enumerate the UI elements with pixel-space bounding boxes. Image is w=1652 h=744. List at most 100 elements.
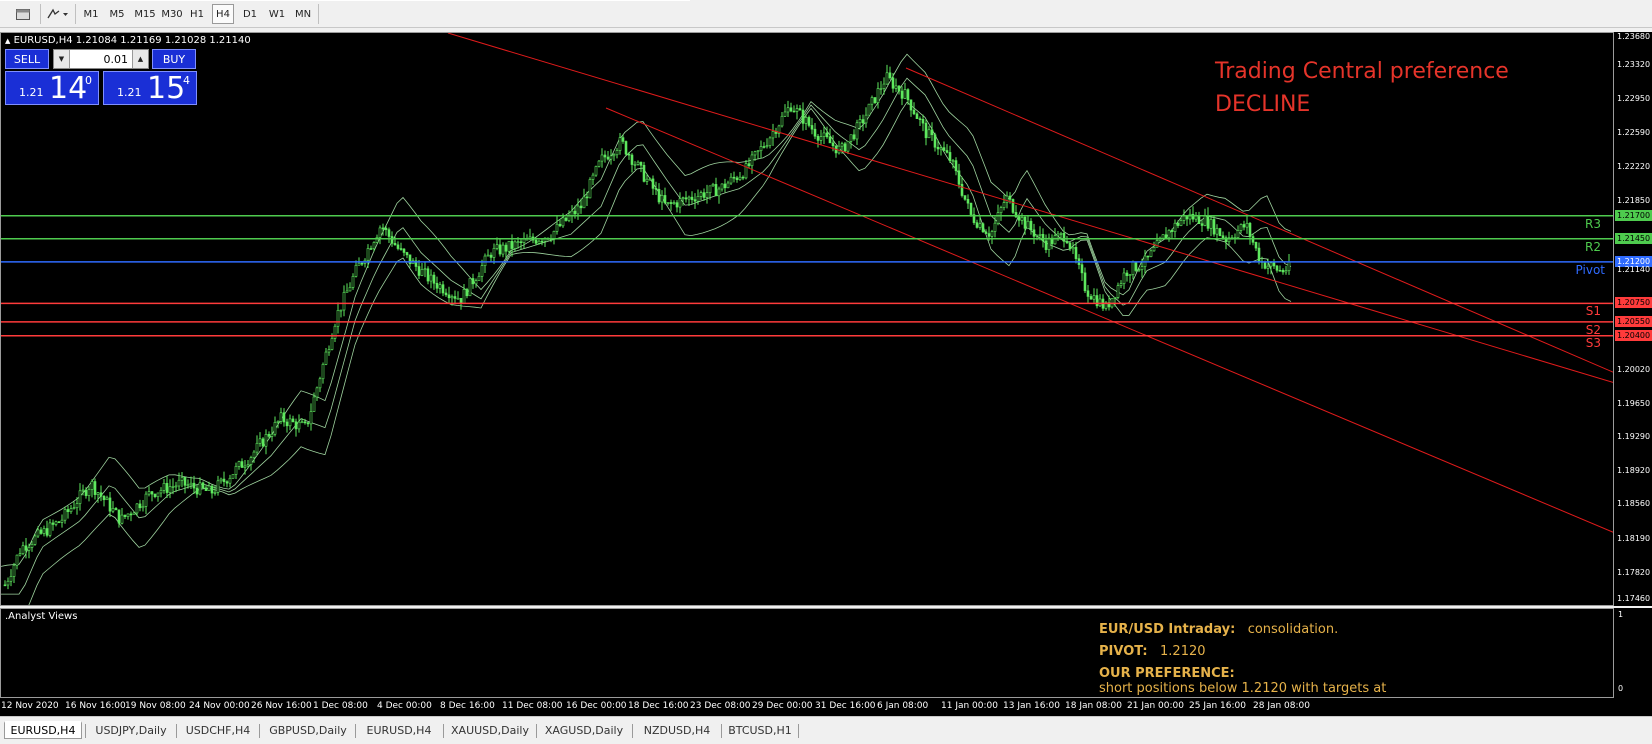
candle-body: [1137, 269, 1141, 271]
candle-body: [1209, 219, 1213, 229]
candle-body: [621, 137, 625, 142]
candle-body: [594, 166, 598, 176]
candle-body: [855, 122, 859, 140]
drawing-tools-dropdown[interactable]: [42, 4, 72, 24]
candle-body: [387, 229, 391, 237]
chart-tab[interactable]: XAUUSD,Daily: [447, 721, 533, 739]
chart-window-button[interactable]: [10, 4, 36, 24]
chart-tab[interactable]: EURUSD,H4: [358, 721, 440, 739]
candle-body: [870, 97, 874, 105]
candle-body: [234, 466, 238, 475]
candle-body: [1044, 240, 1048, 250]
candle-body: [207, 485, 211, 491]
candle-body: [828, 136, 832, 144]
candle-body: [195, 487, 199, 495]
candle-body: [282, 412, 286, 423]
candle-body: [1005, 195, 1009, 203]
time-axis-label: 21 Jan 00:00: [1127, 701, 1184, 711]
intraday-label: EUR/USD Intraday:: [1099, 622, 1236, 637]
candle-body: [927, 129, 931, 139]
level-label-s1: S1: [1585, 304, 1601, 319]
candle-body: [1122, 272, 1126, 284]
timeframe-h4[interactable]: H4: [212, 4, 234, 24]
candle-body: [1206, 215, 1210, 229]
chart-tab[interactable]: NZDUSD,H4: [636, 721, 718, 739]
level-label-r3: R3: [1585, 216, 1601, 231]
candle-body: [540, 240, 544, 243]
timeframe-w1[interactable]: W1: [265, 4, 289, 24]
analyst-views-subwindow[interactable]: .Analyst Views EUR/USD Intraday: consoli…: [0, 608, 1614, 698]
chart-tab[interactable]: USDJPY,Daily: [89, 721, 173, 739]
tab-separator: [798, 724, 799, 738]
timeframe-h1[interactable]: H1: [186, 4, 208, 24]
candle-body: [783, 111, 787, 117]
lot-size-input[interactable]: [70, 50, 132, 68]
candle-body: [222, 478, 226, 482]
candle-body: [1089, 296, 1093, 300]
candle-body: [318, 378, 322, 389]
chart-tab[interactable]: GBPUSD,Daily: [264, 721, 352, 739]
price-tag-s1: 1.20750: [1615, 297, 1652, 309]
price-tag-s2: 1.20550: [1615, 315, 1652, 327]
candle-body: [105, 497, 109, 501]
candle-body: [258, 438, 262, 444]
time-axis-label: 31 Dec 16:00: [815, 701, 876, 711]
candle-body: [1059, 233, 1063, 235]
buy-price-pips: 15: [147, 71, 186, 106]
candle-body: [288, 418, 292, 427]
timeframe-m1[interactable]: M1: [80, 4, 102, 24]
timeframe-m5[interactable]: M5: [105, 4, 129, 24]
candle-body: [285, 421, 289, 427]
candle-body: [351, 276, 355, 288]
candle-body: [126, 513, 130, 517]
collapse-triangle-icon[interactable]: ▲: [5, 37, 10, 45]
timeframe-mn[interactable]: MN: [291, 4, 315, 24]
candle-body: [12, 564, 16, 577]
timeframe-m30[interactable]: M30: [160, 4, 184, 24]
candle-body: [1083, 272, 1087, 292]
candle-body: [744, 163, 748, 179]
candle-body: [1086, 290, 1090, 297]
candle-body: [567, 215, 571, 221]
tab-separator: [259, 724, 260, 738]
time-axis-label: 19 Nov 08:00: [125, 701, 186, 711]
candle-body: [876, 88, 880, 104]
time-axis[interactable]: 12 Nov 2020 16 Nov 16:00 19 Nov 08:00 24 No…: [0, 698, 1652, 716]
lot-decrease-button[interactable]: ▼: [54, 50, 70, 68]
candle-body: [705, 192, 709, 198]
price-chart[interactable]: ▲ EURUSD,H4 1.21084 1.21169 1.21028 1.21…: [0, 32, 1614, 606]
timeframe-d1[interactable]: D1: [238, 4, 262, 24]
candle-body: [912, 109, 916, 115]
candle-body: [48, 522, 52, 536]
buy-price-prefix: 1.21: [117, 86, 142, 99]
chart-tab[interactable]: USDCHF,H4: [180, 721, 256, 739]
candle-body: [555, 223, 559, 232]
candle-body: [183, 477, 187, 486]
candle-body: [1197, 215, 1201, 225]
candle-body: [114, 508, 118, 511]
candle-body: [378, 227, 382, 238]
candle-body: [960, 183, 964, 196]
chart-tab[interactable]: BTCUSD,H1: [725, 721, 795, 739]
candle-body: [1023, 217, 1027, 229]
candle-body: [633, 164, 637, 166]
sell-button[interactable]: SELL: [5, 49, 49, 69]
price-axis-label: 1.17460: [1617, 594, 1651, 603]
timeframe-m15[interactable]: M15: [132, 4, 158, 24]
chart-tab[interactable]: XAGUSD,Daily: [539, 721, 629, 739]
candle-body: [810, 125, 814, 130]
buy-price-box[interactable]: 1.21 15 4: [103, 71, 197, 106]
buy-button[interactable]: BUY: [152, 49, 196, 69]
price-axis[interactable]: 1.21700 1.21450 1.21200 1.20750 1.20550 1.204…: [1614, 32, 1652, 606]
lot-size-spinner[interactable]: ▼ ▲: [53, 49, 149, 69]
toolbar-highlight: [0, 0, 690, 1]
time-axis-label: 28 Jan 08:00: [1253, 701, 1310, 711]
candle-body: [804, 117, 808, 124]
chart-tab[interactable]: EURUSD,H4: [4, 721, 82, 739]
sell-price-box[interactable]: 1.21 14 0: [5, 71, 99, 106]
candle-body: [645, 178, 649, 182]
lot-increase-button[interactable]: ▲: [132, 50, 148, 68]
time-axis-label: 11 Jan 00:00: [941, 701, 998, 711]
candle-body: [171, 486, 175, 488]
candle-body: [993, 222, 997, 232]
